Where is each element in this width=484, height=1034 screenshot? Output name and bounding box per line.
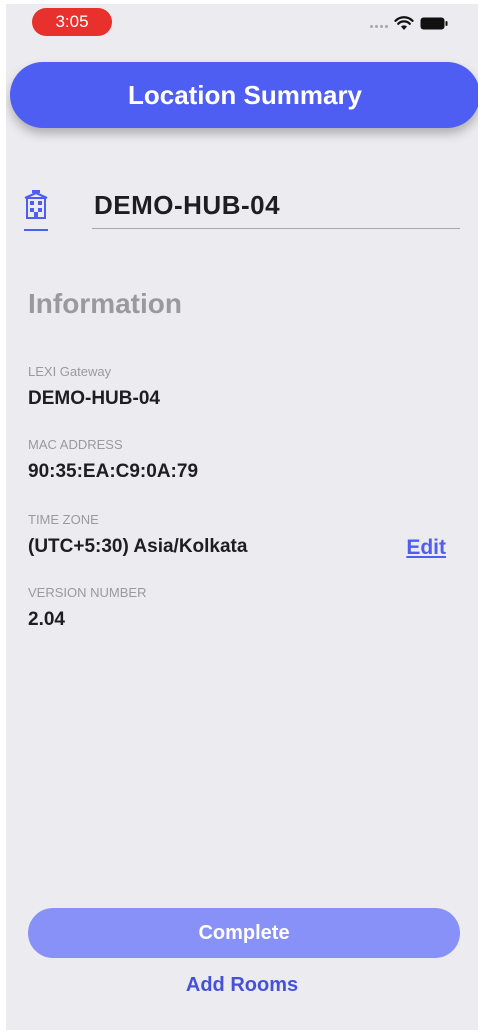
version-number-label: VERSION NUMBER xyxy=(28,585,147,600)
time-zone-label: TIME ZONE xyxy=(28,512,99,527)
house-icon xyxy=(24,190,48,231)
phone-screen: 3:05 Location Summary DEMO-HUB-04 Inform… xyxy=(6,4,478,1030)
page-title: Location Summary xyxy=(127,79,363,110)
version-number-value: 2.04 xyxy=(28,609,65,630)
header-bar: Location Summary xyxy=(10,62,478,128)
add-rooms-link[interactable]: Add Rooms xyxy=(6,974,478,997)
complete-button[interactable]: Complete xyxy=(28,908,460,958)
status-icons xyxy=(370,14,448,32)
location-name: DEMO-HUB-04 xyxy=(94,190,281,220)
time-zone-value: (UTC+5:30) Asia/Kolkata xyxy=(28,536,248,557)
gateway-value: DEMO-HUB-04 xyxy=(28,388,160,409)
mac-address-value: 90:35:EA:C9:0A:79 xyxy=(28,461,199,482)
location-name-field[interactable]: DEMO-HUB-04 xyxy=(92,186,460,229)
edit-time-zone-link[interactable]: Edit xyxy=(406,536,446,560)
information-heading: Information xyxy=(28,288,182,319)
signal-dots-icon xyxy=(370,18,388,28)
wifi-icon xyxy=(394,15,414,30)
mac-address-label: MAC ADDRESS xyxy=(28,437,123,452)
battery-icon xyxy=(420,17,448,29)
gateway-label: LEXI Gateway xyxy=(28,364,112,379)
status-time: 3:05 xyxy=(32,8,112,36)
